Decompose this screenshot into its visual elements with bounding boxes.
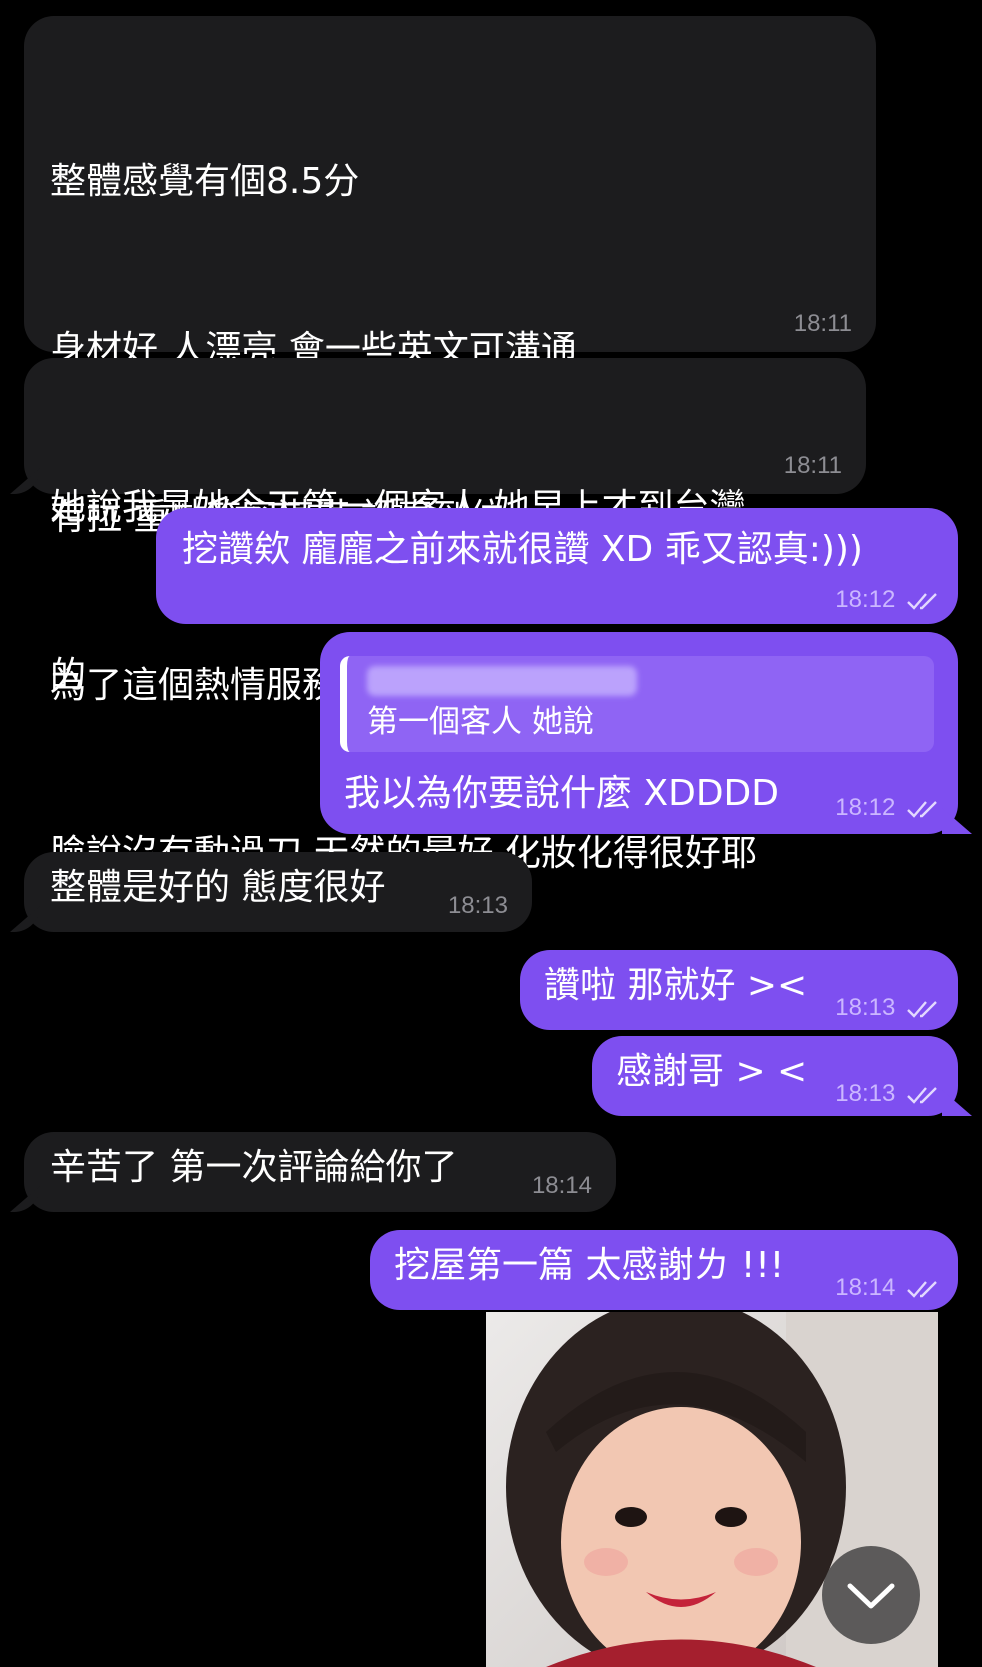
scroll-to-bottom-button[interactable] — [822, 1546, 920, 1644]
reply-quote[interactable]: 第一個客人 她說 — [340, 656, 934, 752]
message-time: 18:13 — [835, 994, 940, 1022]
double-check-icon — [907, 800, 937, 818]
message-text: 辛苦了 第一次評論給你了 — [50, 1147, 458, 1188]
message-time: 18:12 — [835, 794, 940, 822]
message-time-label: 18:12 — [835, 586, 896, 613]
double-check-icon — [907, 1086, 937, 1104]
message-time: 18:14 — [835, 1274, 940, 1302]
message-time-label: 18:12 — [835, 794, 896, 821]
message-time: 18:14 — [531, 1172, 592, 1199]
message-text: 挖讚欸 龐龐之前來就很讚 XD 乖又認真:))) — [182, 529, 863, 570]
incoming-message[interactable]: 她說我是她今天第一個客人 她早上才到台灣 的 18:11 — [24, 358, 866, 696]
message-text: 我以為你要說什麼 XDDDD — [344, 773, 779, 814]
message-time-label: 18:13 — [835, 1080, 896, 1107]
double-check-icon — [907, 1000, 937, 1018]
message-text: 讚啦 那就好 >< — [544, 965, 808, 1006]
double-check-icon — [907, 592, 937, 610]
message-time: 18:13 — [835, 1080, 940, 1108]
outgoing-message[interactable]: 感謝哥 > < 18:13 — [592, 1036, 958, 1116]
outgoing-message[interactable]: 讚啦 那就好 >< 18:13 — [520, 950, 958, 1030]
chevron-down-icon — [847, 1583, 895, 1609]
outgoing-message[interactable]: 挖屋第一篇 太感謝ㄌ !!! 18:14 — [370, 1230, 958, 1310]
message-time: 18:11 — [783, 452, 842, 479]
quoted-text: 第一個客人 她說 — [367, 704, 594, 740]
message-time: 18:11 — [793, 310, 852, 337]
message-time: 18:12 — [835, 586, 940, 614]
message-text: 整體是好的 態度很好 — [50, 867, 386, 908]
incoming-message[interactable]: 整體是好的 態度很好 18:13 — [24, 852, 532, 932]
outgoing-message[interactable]: 挖讚欸 龐龐之前來就很讚 XD 乖又認真:))) 18:12 — [156, 508, 958, 624]
message-time: 18:13 — [447, 892, 508, 919]
quoted-sender-name-blurred — [367, 666, 637, 696]
message-text: 挖屋第一篇 太感謝ㄌ !!! — [394, 1245, 785, 1286]
outgoing-reply-message[interactable]: 第一個客人 她說 我以為你要說什麼 XDDDD 18:12 — [320, 632, 958, 834]
message-time-label: 18:13 — [835, 994, 896, 1021]
incoming-message[interactable]: 辛苦了 第一次評論給你了 18:14 — [24, 1132, 616, 1212]
message-line: 整體感覺有個8.5分 — [50, 161, 360, 202]
double-check-icon — [907, 1280, 937, 1298]
message-time-label: 18:14 — [835, 1274, 896, 1301]
incoming-message[interactable]: 整體感覺有個8.5分 身材好 人漂亮 會一些英文可溝通 有拉 重點笑容滿滿 認真… — [24, 16, 876, 874]
message-text: 感謝哥 > < — [616, 1051, 808, 1092]
